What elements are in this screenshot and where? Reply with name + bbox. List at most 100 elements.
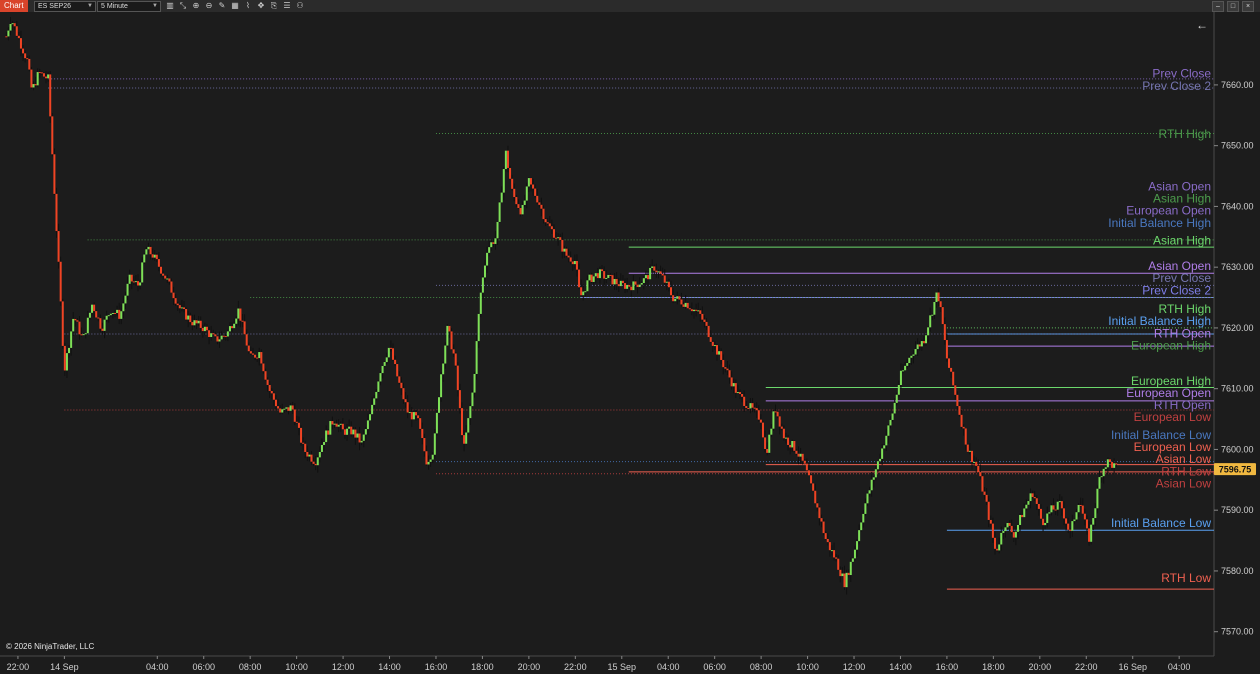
candle [833,550,836,558]
candle [1075,512,1078,520]
candle [630,286,633,291]
level-label: Initial Balance Low [1111,516,1211,530]
candle [761,422,764,438]
candle [837,558,840,570]
candle [720,351,723,360]
candle [899,370,902,386]
candle [1115,463,1118,465]
candle [845,572,848,588]
candle [504,150,507,170]
candle [1065,518,1068,524]
candle [678,296,681,300]
candle [676,296,679,299]
candle [352,429,355,435]
candle [889,419,892,426]
candle [358,433,361,443]
candle [47,74,50,79]
candle [74,318,77,321]
candle [667,281,670,288]
candle [1035,498,1038,504]
candle [690,309,693,312]
candle [795,450,798,454]
candle [952,371,955,386]
candle [486,252,489,266]
y-tick-label: 7630.00 [1221,262,1254,272]
candle [872,477,875,480]
candle [828,542,831,551]
candle [532,184,535,189]
candle [596,273,599,279]
candle [1102,468,1105,477]
back-arrow-icon[interactable]: ← [1196,18,1208,32]
candle [856,541,859,550]
candle [757,410,760,420]
candle [985,494,988,502]
candle [97,317,100,319]
candle [998,544,1001,551]
candle [444,345,447,364]
candle [109,313,112,316]
candle [738,392,741,394]
candle [858,530,861,542]
candle [525,186,528,201]
candle [870,479,873,491]
candle [925,335,928,344]
candle [304,443,307,452]
candle [647,275,650,280]
candle [394,359,397,365]
candle [780,426,783,429]
candle [410,412,413,420]
candle [406,402,409,413]
candle [950,367,953,372]
y-tick-label: 7620.00 [1221,323,1254,333]
candle [816,503,819,508]
candle [191,322,194,326]
candle [256,357,259,359]
candle [895,394,898,403]
candle [509,167,512,179]
candle [214,334,217,337]
candle [908,357,911,364]
candle [768,434,771,453]
candle [272,393,275,400]
candle [1008,522,1011,526]
candle [293,409,296,422]
candle [981,476,984,492]
price-chart[interactable]: Prev ClosePrev Close 2RTH HighAsian Open… [0,0,1260,674]
candle [605,277,608,279]
candle [450,331,453,350]
candle [235,318,238,324]
candle [1042,518,1045,526]
candle [483,265,486,278]
candle [805,463,808,471]
x-tick-label: 12:00 [843,662,866,672]
candle [724,367,727,369]
candle [935,292,938,302]
candle [536,195,539,203]
candle [70,331,73,348]
candle [701,313,704,320]
candle [111,312,114,314]
candle [1014,531,1017,538]
candle [86,317,89,334]
candle [1052,505,1055,510]
level-label: Prev Close 2 [1142,283,1211,297]
candle [659,271,662,274]
candle [948,358,951,368]
candle [534,188,537,196]
candle [607,274,610,278]
candle [787,437,790,445]
candle [306,451,309,457]
candle [55,193,58,232]
candle [705,321,708,326]
candle [703,319,706,322]
candle [590,274,593,282]
candle [220,335,223,340]
candle [218,339,221,342]
candle [247,345,250,352]
candle [463,435,466,444]
candle [22,48,25,54]
level-label: Asian Low [1156,476,1212,490]
candle [147,246,150,250]
x-tick-label: 20:00 [1029,662,1052,672]
